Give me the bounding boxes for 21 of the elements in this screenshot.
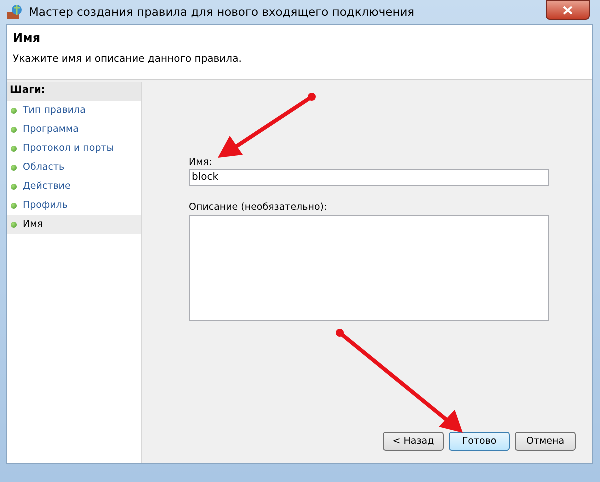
close-icon bbox=[563, 6, 573, 14]
description-field[interactable] bbox=[189, 215, 549, 321]
step-item[interactable]: Область bbox=[7, 158, 141, 177]
page-subtitle: Укажите имя и описание данного правила. bbox=[13, 54, 243, 65]
window-title: Мастер создания правила для нового входящего подключения bbox=[29, 5, 416, 19]
wizard-button[interactable]: Отмена bbox=[515, 432, 576, 451]
steps-title: Шаги: bbox=[7, 82, 141, 101]
name-label: Имя: bbox=[189, 157, 214, 169]
wizard-button[interactable]: < Назад bbox=[383, 432, 444, 451]
description-label: Описание (необязательно): bbox=[189, 202, 328, 214]
firewall-icon bbox=[6, 4, 24, 20]
close-button[interactable] bbox=[546, 0, 590, 20]
step-item[interactable]: Программа bbox=[7, 120, 141, 139]
step-item[interactable]: Имя bbox=[7, 215, 141, 234]
page-title: Имя bbox=[13, 31, 42, 45]
step-item[interactable]: Действие bbox=[7, 177, 141, 196]
name-field[interactable]: block bbox=[189, 169, 549, 186]
step-item[interactable]: Профиль bbox=[7, 196, 141, 215]
step-item[interactable]: Протокол и порты bbox=[7, 139, 141, 158]
step-item[interactable]: Тип правила bbox=[7, 101, 141, 120]
wizard-button[interactable]: Готово bbox=[449, 432, 510, 451]
